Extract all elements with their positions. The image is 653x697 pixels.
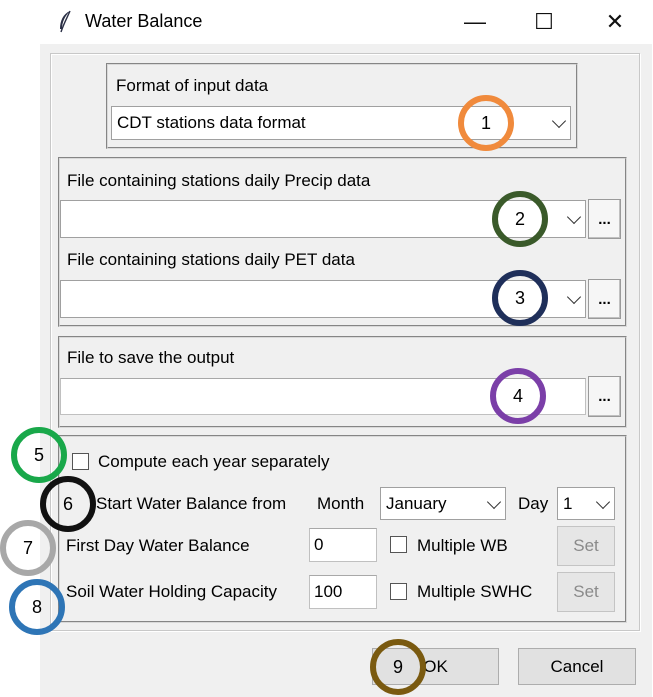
callout-5: 5 <box>11 427 67 483</box>
set-multiple-wb-button[interactable]: Set <box>557 526 615 566</box>
compute-each-year-label: Compute each year separately <box>98 452 330 471</box>
set-button-label: Set <box>573 536 599 555</box>
minimize-button[interactable]: — <box>452 4 498 40</box>
browse-icon: ... <box>598 290 611 308</box>
maximize-icon: ☐ <box>534 9 554 34</box>
start-water-balance-label: Start Water Balance from <box>96 494 287 513</box>
browse-icon: ... <box>598 388 611 405</box>
cancel-button-label: Cancel <box>550 656 604 676</box>
callout-3: 3 <box>492 270 548 326</box>
compute-each-year-checkbox[interactable] <box>72 453 89 470</box>
close-button[interactable]: ✕ <box>592 4 638 40</box>
precip-file-label: File containing stations daily Precip da… <box>67 171 371 190</box>
day-value: 1 <box>563 493 573 513</box>
callout-9: 9 <box>370 639 426 695</box>
multiple-swhc-checkbox[interactable] <box>390 583 407 600</box>
browse-icon: ... <box>598 210 611 228</box>
first-day-input[interactable]: 0 <box>309 528 377 562</box>
callout-number: 5 <box>33 444 44 465</box>
first-day-label: First Day Water Balance <box>66 536 250 555</box>
input-format-value: CDT stations data format <box>117 113 306 132</box>
swhc-value: 100 <box>314 582 343 601</box>
feather-icon <box>60 10 71 33</box>
callout-4: 4 <box>490 368 546 424</box>
swhc-label: Soil Water Holding Capacity <box>66 582 278 601</box>
output-file-label: File to save the output <box>67 348 235 367</box>
minimize-icon: — <box>464 9 486 34</box>
callout-number: 1 <box>480 112 491 133</box>
pet-file-label: File containing stations daily PET data <box>67 250 355 269</box>
callout-number: 2 <box>514 208 525 229</box>
chevron-down-icon <box>595 494 611 509</box>
pet-browse-button[interactable]: ... <box>588 279 621 319</box>
month-label: Month <box>317 494 365 513</box>
cancel-button[interactable]: Cancel <box>518 648 636 685</box>
callout-number: 7 <box>22 537 33 558</box>
close-icon: ✕ <box>605 9 625 34</box>
set-multiple-swhc-button[interactable]: Set <box>557 572 615 612</box>
callout-1: 1 <box>458 95 514 151</box>
chevron-down-icon <box>566 209 582 225</box>
output-browse-button[interactable]: ... <box>588 376 621 417</box>
title-bar: Water Balance — ☐ ✕ <box>0 0 653 44</box>
callout-number: 6 <box>62 493 73 514</box>
first-day-value: 0 <box>314 535 324 554</box>
ok-button-label: OK <box>423 656 448 676</box>
callout-number: 4 <box>512 385 523 406</box>
chevron-down-icon <box>551 113 567 129</box>
month-select[interactable]: January <box>380 487 506 520</box>
set-button-label: Set <box>573 582 599 601</box>
maximize-button[interactable]: ☐ <box>521 4 567 40</box>
chevron-down-icon <box>486 494 502 509</box>
callout-2: 2 <box>492 191 548 247</box>
day-label: Day <box>518 494 549 513</box>
day-select[interactable]: 1 <box>557 487 615 520</box>
multiple-wb-label: Multiple WB <box>417 536 508 555</box>
precip-browse-button[interactable]: ... <box>588 199 621 239</box>
input-format-label: Format of input data <box>116 76 269 95</box>
multiple-swhc-label: Multiple SWHC <box>417 582 533 601</box>
callout-number: 3 <box>514 287 525 308</box>
month-value: January <box>386 493 447 513</box>
multiple-wb-checkbox[interactable] <box>390 536 407 553</box>
callout-number: 8 <box>31 596 42 617</box>
chevron-down-icon <box>566 289 582 305</box>
swhc-input[interactable]: 100 <box>309 575 377 609</box>
callout-number: 9 <box>392 656 403 677</box>
callout-8: 8 <box>9 579 65 635</box>
callout-6: 6 <box>40 476 96 532</box>
window-title: Water Balance <box>85 11 203 31</box>
callout-7: 7 <box>0 520 56 576</box>
